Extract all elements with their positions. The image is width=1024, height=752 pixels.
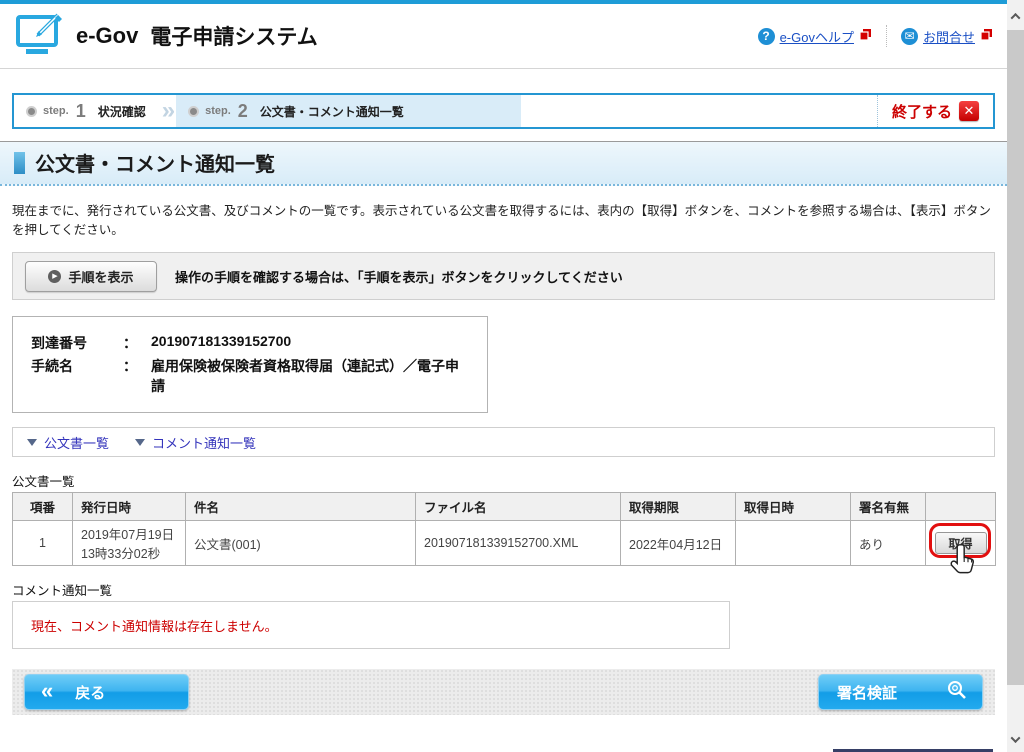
logo: e-Gov 電子申請システム	[14, 11, 318, 62]
signature-verify-button[interactable]: 署名検証	[818, 674, 983, 710]
stepbar-spacer	[521, 95, 877, 127]
cell-signature: あり	[851, 521, 926, 566]
bottom-action-bar: « 戻る 署名検証	[12, 669, 995, 715]
cell-no: 1	[13, 521, 73, 566]
step-circle-icon	[26, 106, 37, 117]
contact-link-group[interactable]: ✉ お問合せ	[901, 27, 993, 46]
documents-table: 項番 発行日時 件名 ファイル名 取得期限 取得日時 署名有無 1 2019年0…	[12, 492, 996, 566]
step-2-active: step. 2 公文書・コメント通知一覧	[176, 95, 521, 127]
double-chevron-left-icon: «	[41, 678, 53, 704]
step-1: step. 1 状況確認	[14, 95, 158, 127]
comments-section-label: コメント通知一覧	[12, 580, 995, 599]
chevron-double-icon: »	[158, 95, 176, 127]
cell-acquired	[736, 521, 851, 566]
header-divider	[886, 25, 887, 47]
show-procedure-label: 手順を表示	[68, 267, 133, 286]
cell-action: 取得	[926, 521, 996, 566]
logo-title: e-Gov	[76, 23, 138, 49]
arrival-number-row: 到達番号 ： 201907181339152700	[31, 333, 469, 353]
help-link[interactable]: e-Govヘルプ	[780, 27, 854, 46]
close-icon[interactable]: ✕	[959, 101, 979, 121]
comments-box: 現在、コメント通知情報は存在しません。	[12, 601, 730, 649]
header-subject: 件名	[186, 493, 416, 521]
step-prefix: step.	[205, 105, 231, 117]
arrival-info-box: 到達番号 ： 201907181339152700 手続名 ： 雇用保険被保険者…	[12, 316, 488, 413]
external-link-icon	[859, 28, 872, 44]
anchor-documents[interactable]: 公文書一覧	[27, 433, 109, 452]
procedure-name-label: 手続名	[31, 356, 123, 396]
step-number: 2	[238, 101, 248, 122]
header-filename: ファイル名	[416, 493, 621, 521]
anchor-label: 公文書一覧	[44, 433, 109, 452]
documents-header-row: 項番 発行日時 件名 ファイル名 取得期限 取得日時 署名有無	[13, 493, 996, 521]
issued-date: 2019年07月19日	[81, 524, 177, 543]
hand-cursor-icon	[950, 543, 977, 580]
help-link-group[interactable]: ? e-Govヘルプ	[758, 27, 872, 46]
scroll-down-button[interactable]	[1007, 731, 1024, 748]
egov-logo-icon	[14, 11, 66, 62]
colon: ：	[123, 333, 151, 353]
colon: ：	[123, 356, 151, 396]
verify-label: 署名検証	[837, 682, 897, 703]
arrival-number-label: 到達番号	[31, 333, 123, 353]
chevron-down-icon	[1011, 733, 1021, 743]
scrollbar-thumb[interactable]	[1007, 30, 1024, 685]
page-title: 公文書・コメント通知一覧	[35, 148, 275, 177]
triangle-down-icon	[135, 439, 145, 446]
anchor-comments[interactable]: コメント通知一覧	[135, 433, 256, 452]
play-icon: ▶	[48, 270, 61, 283]
exit-label: 終了する	[892, 101, 952, 122]
page-title-band: 公文書・コメント通知一覧	[0, 141, 1007, 186]
documents-section-label: 公文書一覧	[12, 471, 995, 490]
header-signature: 署名有無	[851, 493, 926, 521]
cell-deadline: 2022年04月12日	[621, 521, 736, 566]
header-action	[926, 493, 996, 521]
cell-subject: 公文書(001)	[186, 521, 416, 566]
vertical-scrollbar[interactable]	[1007, 0, 1024, 752]
step-label: 公文書・コメント通知一覧	[260, 103, 404, 120]
arrival-number-value: 201907181339152700	[151, 333, 291, 353]
contact-link[interactable]: お問合せ	[923, 27, 975, 46]
external-link-icon	[980, 28, 993, 44]
scroll-up-button[interactable]	[1007, 8, 1024, 25]
procedure-name-row: 手続名 ： 雇用保険被保険者資格取得届（連記式）／電子申請	[31, 356, 469, 396]
procedure-name-value: 雇用保険被保険者資格取得届（連記式）／電子申請	[151, 356, 469, 396]
exit-button[interactable]: 終了する ✕	[877, 95, 993, 127]
step-prefix: step.	[43, 105, 69, 117]
step-circle-icon	[188, 106, 199, 117]
mail-icon: ✉	[901, 28, 918, 45]
show-procedure-button[interactable]: ▶ 手順を表示	[25, 261, 157, 292]
comments-empty-message: 現在、コメント通知情報は存在しません。	[31, 616, 278, 635]
issued-time: 13時33分02秒	[81, 543, 177, 562]
help-icon: ?	[758, 28, 775, 45]
anchor-links-box: 公文書一覧 コメント通知一覧	[12, 427, 995, 457]
cell-filename: 201907181339152700.XML	[416, 521, 621, 566]
header: e-Gov 電子申請システム ? e-Govヘルプ ✉	[0, 4, 1007, 69]
egov-page: e-Gov 電子申請システム ? e-Govヘルプ ✉	[0, 0, 1007, 752]
header-links: ? e-Govヘルプ ✉ お問合せ	[758, 25, 993, 47]
back-label: 戻る	[75, 682, 105, 703]
step-navigation: step. 1 状況確認 » step. 2 公文書・コメント通知一覧 終了する ✕	[12, 93, 995, 129]
header-no: 項番	[13, 493, 73, 521]
header-issued: 発行日時	[73, 493, 186, 521]
table-row: 1 2019年07月19日 13時33分02秒 公文書(001) 2019071…	[13, 521, 996, 566]
header-deadline: 取得期限	[621, 493, 736, 521]
title-accent-bar	[14, 152, 25, 174]
cell-issued: 2019年07月19日 13時33分02秒	[73, 521, 186, 566]
step-label: 状況確認	[98, 103, 146, 120]
page-description: 現在までに、発行されている公文書、及びコメントの一覧です。表示されている公文書を…	[12, 200, 995, 238]
procedure-note: 操作の手順を確認する場合は、「手順を表示」ボタンをクリックしてください	[175, 267, 623, 286]
back-button[interactable]: « 戻る	[24, 674, 189, 710]
magnifier-icon	[946, 679, 968, 705]
header-acquired: 取得日時	[736, 493, 851, 521]
logo-subtitle: 電子申請システム	[150, 21, 317, 51]
procedure-helper-box: ▶ 手順を表示 操作の手順を確認する場合は、「手順を表示」ボタンをクリックしてく…	[12, 252, 995, 300]
browser-viewport: e-Gov 電子申請システム ? e-Govヘルプ ✉	[0, 0, 1024, 752]
triangle-down-icon	[27, 439, 37, 446]
anchor-label: コメント通知一覧	[152, 433, 256, 452]
chevron-up-icon	[1011, 13, 1021, 23]
step-number: 1	[76, 101, 86, 122]
